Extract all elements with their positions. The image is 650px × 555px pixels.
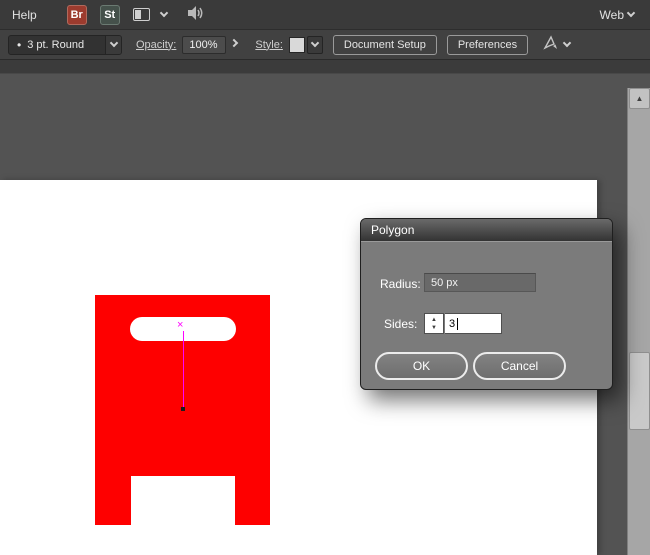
- brushes-panel-button[interactable]: Br: [67, 5, 87, 25]
- style-label[interactable]: Style:: [255, 39, 283, 51]
- workspace-selector-label[interactable]: Web: [600, 8, 624, 22]
- chevron-down-icon[interactable]: [563, 39, 571, 47]
- chevron-down-icon: [311, 39, 319, 47]
- chevron-down-icon[interactable]: [159, 9, 167, 17]
- stepper-down-icon[interactable]: ▼: [431, 324, 437, 332]
- stroke-style-value: • 3 pt. Round: [9, 36, 105, 54]
- sides-label: Sides:: [384, 317, 417, 331]
- sides-input[interactable]: 3: [445, 313, 502, 334]
- chevron-down-icon: [109, 39, 117, 47]
- text-cursor: [457, 318, 458, 330]
- path-end-anchor[interactable]: [181, 407, 185, 411]
- menu-bar: Help Br St Web: [0, 0, 650, 30]
- illustrator-window: Help Br St Web • 3 pt. Round Opacity: 100…: [0, 0, 650, 555]
- polygon-dialog: Polygon Radius: 50 px Sides: ▲ ▼ 3 OK Ca…: [360, 218, 613, 390]
- document-setup-button[interactable]: Document Setup: [333, 35, 437, 55]
- scrollbar-thumb[interactable]: [629, 352, 650, 430]
- opacity-expand-button[interactable]: [227, 36, 241, 54]
- menu-help[interactable]: Help: [12, 8, 37, 22]
- panels-layout-icon[interactable]: [133, 8, 150, 21]
- radius-label: Radius:: [380, 277, 421, 291]
- radius-input[interactable]: 50 px: [424, 273, 536, 292]
- cancel-button[interactable]: Cancel: [473, 352, 566, 380]
- ok-button[interactable]: OK: [375, 352, 468, 380]
- sides-stepper[interactable]: ▲ ▼: [424, 313, 444, 334]
- sides-value: 3: [449, 318, 455, 330]
- opacity-input[interactable]: 100%: [182, 36, 226, 54]
- white-bottom-notch-shape[interactable]: [131, 476, 235, 525]
- stroke-preview-icon: •: [17, 38, 21, 52]
- vertical-scrollbar[interactable]: ▲: [627, 88, 650, 555]
- speaker-icon[interactable]: [187, 6, 205, 23]
- control-toolbar: • 3 pt. Round Opacity: 100% Style: Docume…: [0, 30, 650, 60]
- chevron-down-icon[interactable]: [627, 9, 635, 17]
- styles-panel-button[interactable]: St: [100, 5, 120, 25]
- path-anchor-cross-icon: ×: [177, 320, 183, 331]
- panel-fill: [135, 10, 141, 19]
- stepper-up-icon[interactable]: ▲: [431, 316, 437, 324]
- symbol-tool-icon[interactable]: [542, 35, 560, 54]
- dialog-titlebar[interactable]: Polygon: [361, 219, 612, 242]
- style-swatch[interactable]: [289, 37, 305, 53]
- style-dropdown-button[interactable]: [307, 36, 323, 54]
- chevron-right-icon: [230, 39, 238, 47]
- dialog-body: Radius: 50 px Sides: ▲ ▼ 3 OK Cancel: [361, 242, 612, 390]
- preferences-button[interactable]: Preferences: [447, 35, 528, 55]
- opacity-label[interactable]: Opacity:: [136, 39, 176, 51]
- canvas-top-band: [0, 60, 650, 74]
- stroke-style-select[interactable]: • 3 pt. Round: [8, 35, 122, 55]
- pen-path-segment[interactable]: [183, 331, 184, 409]
- scroll-up-button[interactable]: ▲: [629, 88, 650, 109]
- stroke-style-text: 3 pt. Round: [27, 39, 84, 51]
- stroke-style-dropdown-button[interactable]: [105, 36, 121, 54]
- dialog-title: Polygon: [371, 223, 414, 237]
